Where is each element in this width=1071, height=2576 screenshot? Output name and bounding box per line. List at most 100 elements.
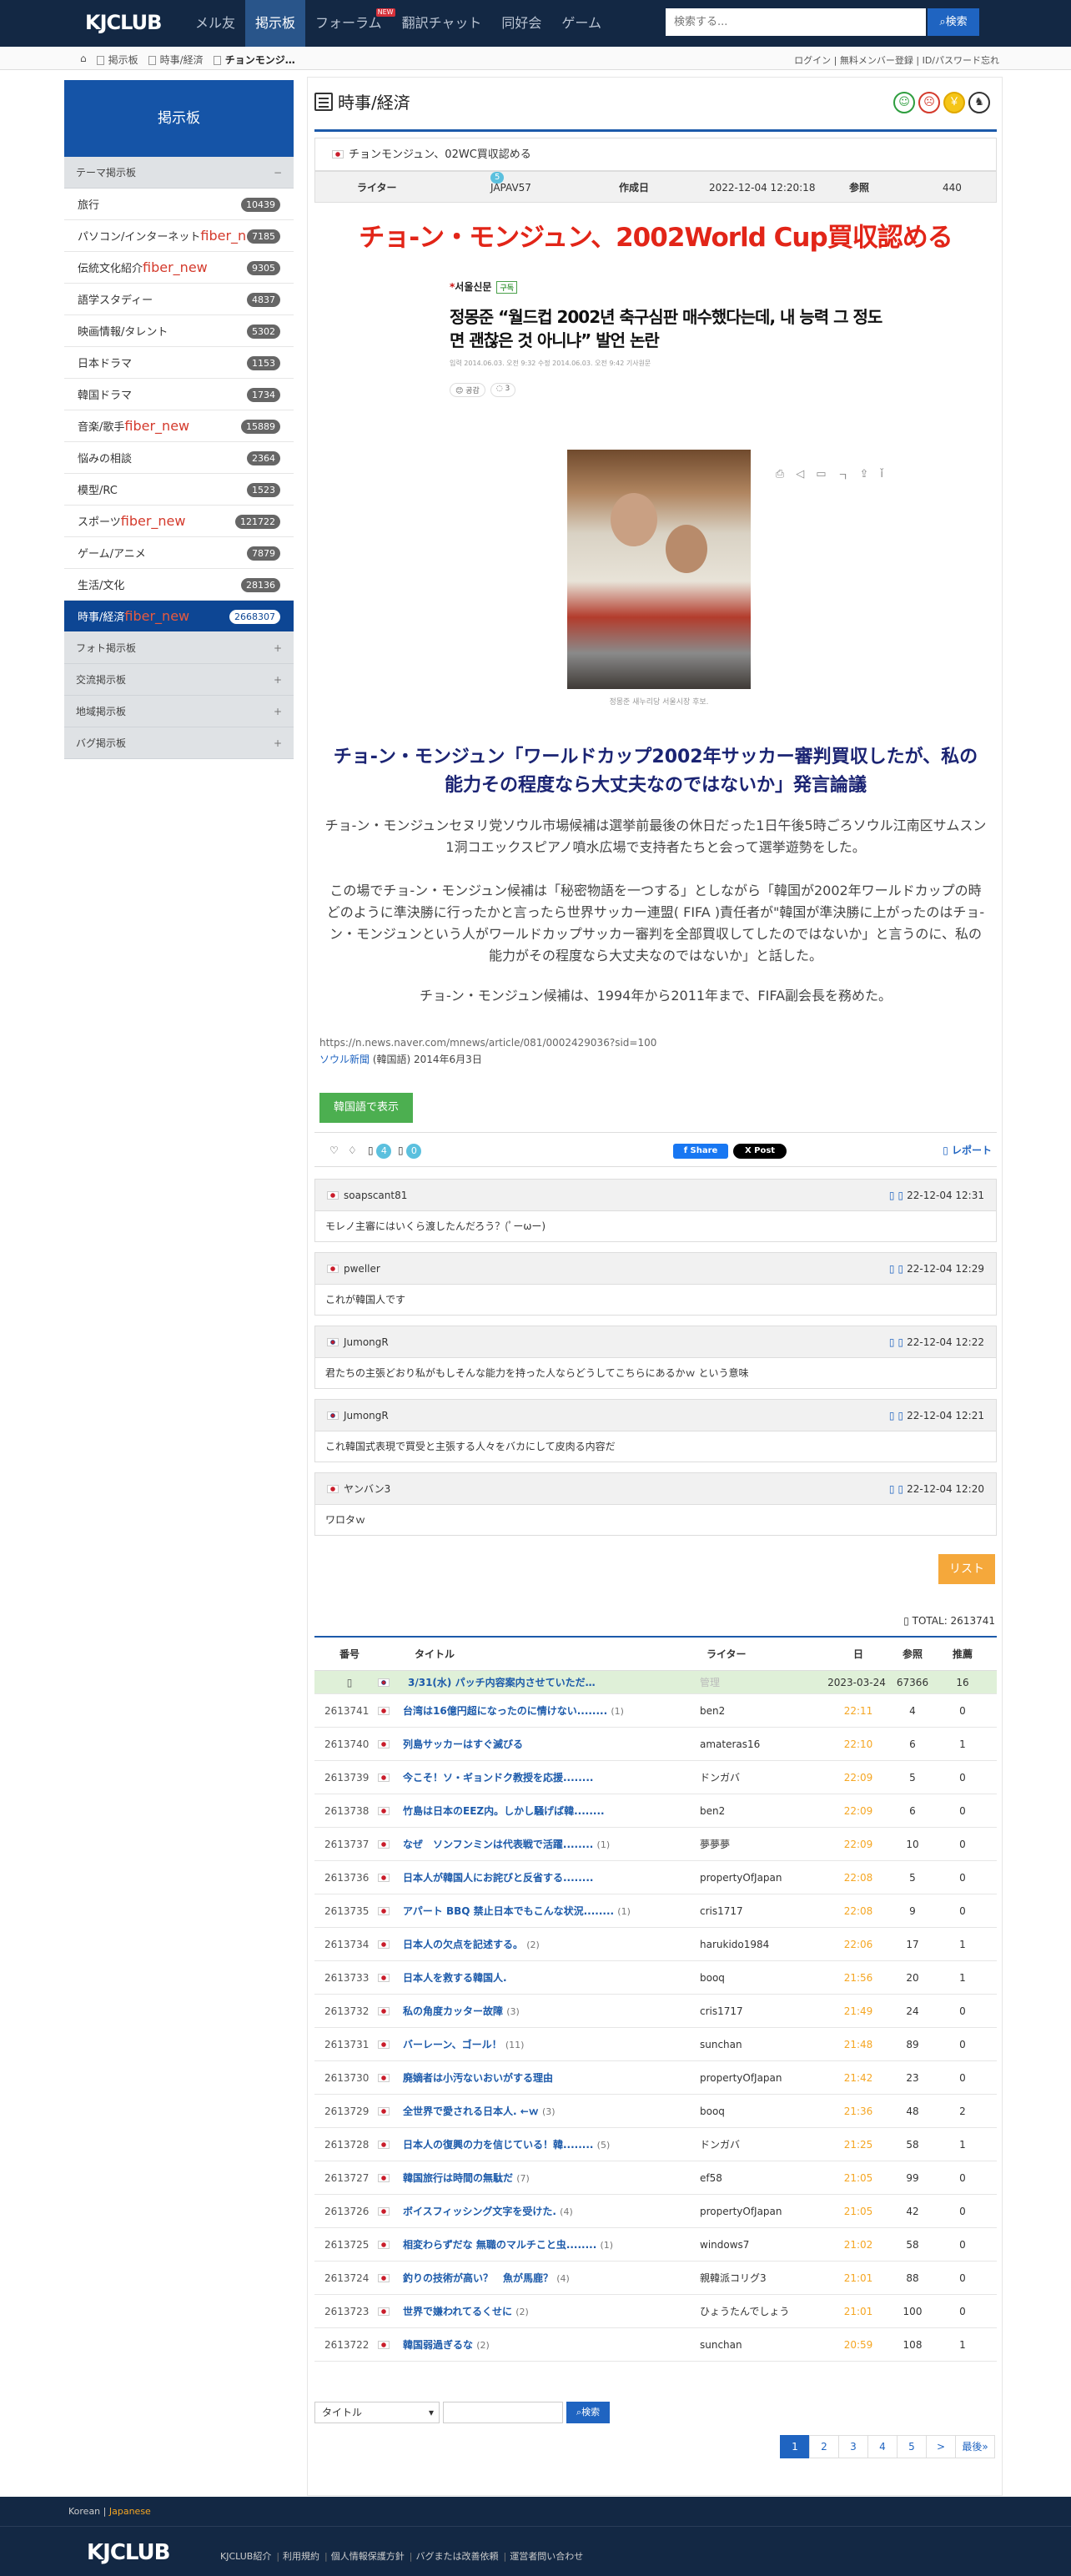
- lang-japanese[interactable]: Japanese: [109, 2506, 151, 2517]
- row-writer[interactable]: windows7: [700, 2228, 817, 2262]
- reply-icon[interactable]: ▯: [889, 1336, 895, 1348]
- row-title[interactable]: 韓国旅行は時間の無駄だ (7): [403, 2161, 695, 2196]
- report-icon[interactable]: ▯: [898, 1336, 904, 1348]
- row-writer[interactable]: propertyOfJapan: [700, 1861, 817, 1894]
- row-writer[interactable]: 親韓派コリグ3: [700, 2262, 817, 2295]
- show-korean-button[interactable]: 韓国語で表示: [319, 1093, 413, 1123]
- row-writer[interactable]: cris1717: [700, 1894, 817, 1928]
- row-title[interactable]: 列島サッカーはすぐ滅びる: [403, 1728, 695, 1762]
- table-row[interactable]: 2613725 相変わらずだな 無職のマルチこと虫........ (1) wind…: [314, 2228, 997, 2262]
- row-title[interactable]: 日本人が韓国人にお詫びと反省する........: [403, 1861, 695, 1895]
- table-row[interactable]: 2613735 アパート BBQ 禁止日本でもこんな状況........ (1) c…: [314, 1894, 997, 1928]
- page-button[interactable]: 5: [897, 2435, 927, 2458]
- row-title[interactable]: 今こそ！ソ・ギョンドク教授を応援........: [403, 1761, 695, 1795]
- sidebar-section-exchange[interactable]: 交流掲示板 +: [64, 664, 294, 696]
- row-title[interactable]: 釣りの技術が高い？ 魚が馬鹿？ (4): [403, 2262, 695, 2296]
- coin-icon[interactable]: ￥: [943, 92, 965, 113]
- sidebar-item[interactable]: パソコン/インターネットfiber_new 7185: [64, 220, 294, 252]
- table-row[interactable]: 2613734 日本人の欠点を記述する。 (2) harukido1984 22:06…: [314, 1928, 997, 1961]
- sidebar-item[interactable]: 音楽/歌手fiber_new 15889: [64, 410, 294, 442]
- row-writer[interactable]: harukido1984: [700, 1928, 817, 1961]
- sidebar-item[interactable]: 映画情報/タレント 5302: [64, 315, 294, 347]
- row-title[interactable]: アパート BBQ 禁止日本でもこんな状況........ (1): [403, 1894, 695, 1929]
- nav-club[interactable]: 同好会: [491, 0, 551, 47]
- page-button[interactable]: 最後»: [955, 2435, 995, 2458]
- table-row[interactable]: 2613724 釣りの技術が高い？ 魚が馬鹿？ (4) 親韓派コリグ3 21:01 88…: [314, 2262, 997, 2295]
- footer-link[interactable]: 利用規約: [283, 2551, 319, 2562]
- row-title[interactable]: 世界で嫌われてるくせに (2): [403, 2295, 695, 2329]
- user-group-icon[interactable]: ♞: [968, 92, 990, 113]
- x-post-button[interactable]: X Post: [733, 1144, 787, 1159]
- page-button[interactable]: 4: [867, 2435, 898, 2458]
- row-writer[interactable]: cris1717: [700, 1995, 817, 2028]
- sidebar-section-theme[interactable]: テーマ掲示板 −: [64, 157, 294, 189]
- dislike-icon[interactable]: ♢: [348, 1133, 357, 1168]
- row-writer[interactable]: booq: [700, 1961, 817, 1995]
- reply-icon[interactable]: ▯: [889, 1483, 895, 1495]
- row-writer[interactable]: booq: [700, 2095, 817, 2128]
- row-title[interactable]: 韓国弱過ぎるな (2): [403, 2328, 695, 2362]
- row-writer[interactable]: amateras16: [700, 1728, 817, 1761]
- board-search-button[interactable]: ⌕検索: [566, 2402, 610, 2423]
- footer-link[interactable]: バグまたは改善依頼: [415, 2551, 498, 2562]
- row-writer[interactable]: ドンガバ: [700, 1761, 817, 1794]
- font-icon[interactable]: ㄱ: [838, 468, 848, 484]
- nav-game[interactable]: ゲーム: [551, 0, 611, 47]
- breadcrumb-item[interactable]: 時事/経済: [148, 53, 204, 67]
- row-title[interactable]: 台湾は16億円超になったのに情けない........ (1): [403, 1694, 695, 1728]
- bookmark-icon[interactable]: ▭: [816, 468, 826, 484]
- report-icon[interactable]: ▯: [898, 1483, 904, 1495]
- user-links[interactable]: ログイン | 無料メンバー登録 | ID/パスワード忘れ: [794, 53, 999, 67]
- row-writer[interactable]: propertyOfJapan: [700, 2061, 817, 2095]
- row-writer[interactable]: ben2: [700, 1794, 817, 1828]
- row-title[interactable]: なぜ ソンフンミンは代表戦で活躍........ (1): [403, 1828, 695, 1862]
- list-button[interactable]: リスト: [938, 1554, 995, 1584]
- like-reaction[interactable]: 😊 공감: [450, 383, 485, 397]
- site-logo[interactable]: KJCLUB: [85, 11, 162, 34]
- search-field-select[interactable]: タイトル ▾: [314, 2402, 440, 2423]
- nav-board[interactable]: 掲示板: [245, 0, 306, 47]
- table-row[interactable]: 2613726 ボイスフィッシング文字を受けた. (4) propertyOfJap…: [314, 2195, 997, 2228]
- report-icon[interactable]: ▯: [898, 1263, 904, 1275]
- like-icon[interactable]: ♡: [329, 1133, 339, 1168]
- report-button[interactable]: ▯ レポート: [943, 1133, 992, 1168]
- table-row[interactable]: 2613731 バーレーン、ゴール！ (11) sunchan 21:48 89 0: [314, 2028, 997, 2061]
- sidebar-section-bug[interactable]: バグ掲示板 +: [64, 727, 294, 759]
- sad-icon[interactable]: ☹: [918, 92, 940, 113]
- table-row[interactable]: 2613736 日本人が韓国人にお詫びと反省する........ property…: [314, 1861, 997, 1894]
- reply-icon[interactable]: ▯: [889, 1410, 895, 1421]
- reply-icon[interactable]: ▯: [889, 1263, 895, 1275]
- row-writer[interactable]: ひょうたんでしょう: [700, 2295, 817, 2328]
- row-writer[interactable]: ben2: [700, 1694, 817, 1728]
- row-writer[interactable]: sunchan: [700, 2328, 817, 2362]
- comment-reaction[interactable]: ◌ 3: [490, 383, 516, 397]
- comment-user[interactable]: JumongR: [344, 1410, 389, 1421]
- notice-row[interactable]: ▯ 3/31(水) パッチ内容案内させていただ… 管理 2023-03-24 6…: [314, 1671, 997, 1694]
- table-row[interactable]: 2613740 列島サッカーはすぐ滅びる amateras16 22:10 6 1: [314, 1728, 997, 1761]
- sidebar-item[interactable]: 伝統文化紹介fiber_new 9305: [64, 252, 294, 284]
- table-row[interactable]: 2613729 全世界で愛される日本人. ←ｗ (3) booq 21:36 48 2: [314, 2095, 997, 2128]
- row-writer[interactable]: 夢夢夢: [700, 1828, 817, 1861]
- nav-forum[interactable]: フォーラム NEW: [305, 0, 395, 47]
- smile-icon[interactable]: ☺: [893, 92, 915, 113]
- row-title[interactable]: 廃嫡者は小汚ないおいがする理由: [403, 2061, 695, 2096]
- sidebar-item[interactable]: ゲーム/アニメ 7879: [64, 537, 294, 569]
- search-button[interactable]: ⌕検索: [928, 8, 979, 36]
- sidebar-item[interactable]: 旅行 10439: [64, 189, 294, 220]
- sidebar-item[interactable]: 悩みの相談 2364: [64, 442, 294, 474]
- sidebar-item[interactable]: 語学スタディー 4837: [64, 284, 294, 315]
- comment-user[interactable]: ヤンバン3: [344, 1483, 390, 1495]
- sidebar-item[interactable]: スポーツfiber_new 121722: [64, 506, 294, 537]
- row-writer[interactable]: sunchan: [700, 2028, 817, 2061]
- sidebar-item[interactable]: 時事/経済fiber_new 2668307: [64, 601, 294, 632]
- sidebar-item[interactable]: 日本ドラマ 1153: [64, 347, 294, 379]
- subscribe-button[interactable]: 구독: [496, 281, 518, 294]
- table-row[interactable]: 2613727 韓国旅行は時間の無駄だ (7) ef58 21:05 99 0: [314, 2161, 997, 2195]
- table-row[interactable]: 2613732 私の角度カッター故障 (3) cris1717 21:49 24 0: [314, 1995, 997, 2028]
- page-button[interactable]: 2: [809, 2435, 839, 2458]
- reply-icon[interactable]: ▯: [889, 1190, 895, 1201]
- nav-translate-chat[interactable]: 翻訳チャット: [392, 0, 492, 47]
- sidebar-section-region[interactable]: 地域掲示板 +: [64, 696, 294, 727]
- sidebar-item[interactable]: 模型/RC 1523: [64, 474, 294, 506]
- table-row[interactable]: 2613737 なぜ ソンフンミンは代表戦で活躍........ (1) 夢夢夢 22…: [314, 1828, 997, 1861]
